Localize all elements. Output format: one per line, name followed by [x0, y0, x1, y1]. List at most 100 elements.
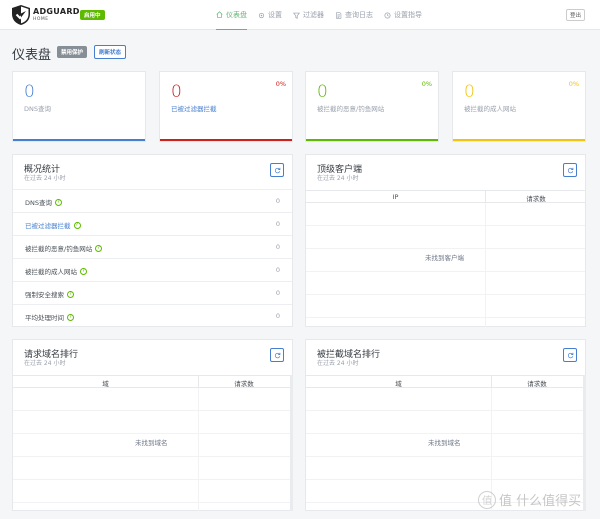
- filter-icon: [293, 12, 300, 19]
- table-header: 域 请求数: [306, 375, 585, 388]
- stat-percent: 0%: [421, 80, 432, 88]
- stats-row-value: 0: [275, 220, 280, 228]
- stats-row-label: 被拦截的恶意/钓鱼网站?: [25, 243, 103, 253]
- top-clients-panel: 顶级客户端 在过去 24 小时 IP 请求数 未找到客户端: [305, 154, 586, 327]
- panel-subtitle: 在过去 24 小时: [317, 175, 359, 182]
- stat-value: 0: [24, 82, 35, 102]
- page-title: 仪表盘: [12, 48, 52, 63]
- stats-row: 平均处理时间? 0: [13, 304, 292, 327]
- table-row: [306, 272, 585, 295]
- stats-row-label: 强制安全搜索?: [25, 289, 74, 299]
- stat-color-bar: [306, 139, 438, 141]
- stats-row-label: DNS查询?: [25, 197, 62, 207]
- column-header-requests[interactable]: 请求数: [199, 378, 289, 388]
- stats-row-text[interactable]: 已被过滤器拦截: [25, 220, 71, 230]
- stats-row-text: 被拦截的成人网站: [25, 268, 77, 276]
- refresh-icon: [567, 167, 573, 173]
- watermark: 值 值 什么值得买: [478, 490, 581, 509]
- stats-row: 已被过滤器拦截? 0: [13, 212, 292, 235]
- main-nav: 仪表盘 设置 过滤器 查询日志 设置指导: [216, 0, 422, 30]
- refresh-icon: [274, 352, 280, 358]
- stats-row: 被拦截的成人网站? 0: [13, 258, 292, 281]
- stats-row-text: 强制安全搜索: [25, 291, 64, 299]
- table-row: [13, 411, 292, 434]
- stat-label-link[interactable]: 已被过滤器拦截: [171, 103, 217, 113]
- stats-row: 强制安全搜索? 0: [13, 281, 292, 304]
- stat-value: 0: [464, 82, 475, 102]
- column-header-ip[interactable]: IP: [306, 193, 485, 201]
- nav-dashboard[interactable]: 仪表盘: [216, 0, 247, 30]
- stat-percent: 0%: [568, 80, 579, 88]
- stat-percent: 0%: [275, 80, 286, 88]
- stats-row-value: 0: [275, 197, 280, 205]
- top-header: ADGUARD HOME 启用中 仪表盘 设置 过滤器 查询日志 设置指导 登出: [0, 0, 600, 30]
- help-icon[interactable]: ?: [67, 313, 74, 321]
- stats-row-label: 平均处理时间?: [25, 312, 74, 322]
- blocked-domains-panel: 被拦截域名排行 在过去 24 小时 域 请求数 未找到域名: [305, 339, 586, 511]
- logout-button[interactable]: 登出: [566, 9, 586, 21]
- stats-row: DNS查询? 0: [13, 189, 292, 212]
- stat-card-blocked-adult: 0 被拦截的成人网站 0%: [452, 71, 586, 142]
- adguard-shield-logo[interactable]: [12, 5, 30, 25]
- stat-label: 被拦截的成人网站: [464, 105, 516, 113]
- refresh-button[interactable]: [270, 163, 284, 177]
- nav-setup-guide[interactable]: 设置指导: [384, 0, 422, 30]
- stat-value: 0: [317, 82, 328, 102]
- disable-protection-button[interactable]: 禁用保护: [57, 46, 88, 58]
- table-row: [306, 295, 585, 318]
- empty-state-text: 未找到域名: [422, 435, 467, 449]
- refresh-icon: [567, 352, 573, 358]
- stat-value: 0: [171, 82, 182, 102]
- panel-subtitle: 在过去 24 小时: [317, 360, 359, 367]
- stat-card-blocked-filters: 0 已被过滤器拦截 0%: [159, 71, 293, 142]
- table-row: [13, 457, 292, 480]
- refresh-button[interactable]: [563, 163, 577, 177]
- scrollbar[interactable]: [583, 375, 586, 511]
- overview-stats-panel: 概况统计 在过去 24 小时 DNS查询? 0 已被过滤器拦截? 0 被拦截的恶…: [12, 154, 293, 327]
- stats-row-label[interactable]: 已被过滤器拦截?: [25, 220, 81, 230]
- help-icon[interactable]: ?: [67, 290, 74, 298]
- help-icon[interactable]: ?: [95, 244, 103, 252]
- document-icon: [336, 11, 342, 19]
- stat-card-dns-queries: 0 DNS查询: [12, 71, 146, 142]
- column-header-domain[interactable]: 域: [306, 378, 491, 388]
- column-header-requests[interactable]: 请求数: [492, 378, 582, 388]
- table-row: [13, 388, 292, 411]
- stats-row-text: 被拦截的恶意/钓鱼网站: [25, 245, 93, 253]
- watermark-text: 值 什么值得买: [499, 494, 582, 509]
- table-body: 未找到客户端: [306, 203, 585, 327]
- stat-color-bar: [13, 139, 145, 141]
- refresh-button[interactable]: [270, 348, 284, 362]
- nav-query-log[interactable]: 查询日志: [335, 0, 373, 30]
- empty-state-text: 未找到客户端: [419, 250, 470, 264]
- table-row: [13, 480, 292, 503]
- help-icon[interactable]: ?: [73, 221, 81, 229]
- nav-label: 查询日志: [345, 11, 373, 19]
- column-header-domain[interactable]: 域: [13, 378, 198, 388]
- table-row: [306, 226, 585, 249]
- stats-row-value: 0: [275, 289, 280, 297]
- stat-label: 被拦截的恶意/钓鱼网站: [317, 105, 385, 113]
- scrollbar[interactable]: [290, 375, 293, 511]
- table-header: IP 请求数: [306, 190, 585, 203]
- help-icon[interactable]: ?: [55, 198, 62, 206]
- home-icon: [216, 11, 223, 18]
- nav-label: 过滤器: [303, 11, 324, 19]
- column-header-requests[interactable]: 请求数: [486, 193, 586, 203]
- refresh-button[interactable]: [563, 348, 577, 362]
- watermark-logo-icon: 值: [478, 490, 496, 509]
- stats-row-value: 0: [275, 243, 280, 251]
- clock-icon: [384, 11, 391, 19]
- refresh-stats-button[interactable]: 刷新状态: [94, 45, 127, 59]
- nav-settings[interactable]: 设置: [258, 0, 282, 30]
- help-icon[interactable]: ?: [80, 267, 87, 275]
- nav-filters[interactable]: 过滤器: [293, 0, 324, 30]
- panel-subtitle: 在过去 24 小时: [24, 175, 66, 182]
- stat-color-bar: [453, 139, 585, 141]
- nav-label: 仪表盘: [226, 10, 247, 19]
- brand-subtitle: HOME: [33, 17, 49, 22]
- stats-row-value: 0: [275, 312, 280, 320]
- panel-subtitle: 在过去 24 小时: [24, 360, 66, 367]
- table-row: [306, 411, 585, 434]
- stats-row-value: 0: [275, 266, 280, 274]
